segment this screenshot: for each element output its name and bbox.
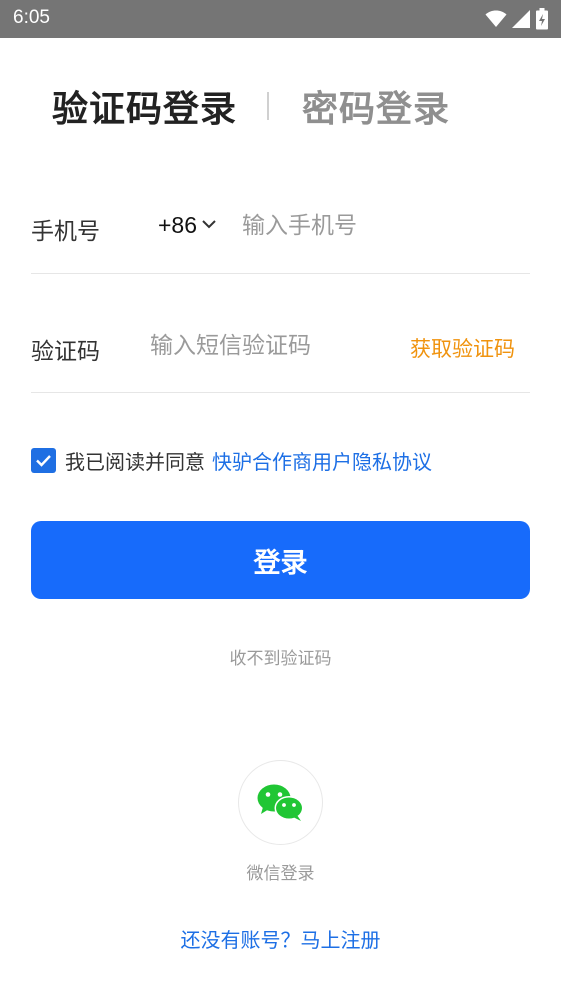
signal-icon — [512, 10, 530, 28]
tab-divider — [267, 92, 270, 120]
tab-password-login[interactable]: 密码登录 — [302, 80, 450, 132]
login-tabs: 验证码登录 密码登录 — [52, 80, 450, 132]
country-code-selector[interactable]: +86 — [158, 212, 197, 239]
check-icon — [36, 454, 51, 467]
phone-input[interactable] — [242, 206, 522, 246]
register-link[interactable]: 还没有账号？马上注册 — [0, 924, 561, 953]
privacy-agreement-link[interactable]: 快驴合作商用户隐私协议 — [212, 446, 432, 475]
login-button[interactable]: 登录 — [31, 521, 530, 599]
sms-code-input[interactable] — [150, 326, 380, 366]
wechat-icon — [257, 784, 303, 821]
phone-label: 手机号 — [31, 219, 100, 245]
wechat-login-label: 微信登录 — [246, 864, 315, 884]
no-code-link[interactable]: 收不到验证码 — [0, 644, 561, 669]
agreement-checkbox[interactable] — [31, 447, 56, 473]
battery-charging-icon — [536, 8, 548, 30]
chevron-down-icon[interactable] — [201, 218, 217, 230]
status-icons — [485, 8, 549, 30]
agreement-row: 我已阅读并同意 快驴合作商用户隐私协议 — [31, 446, 432, 474]
status-time: 6:05 — [13, 7, 50, 28]
status-bar: 6:05 — [0, 0, 561, 38]
agreement-text: 我已阅读并同意 — [65, 449, 205, 474]
phone-row: 手机号 +86 — [31, 196, 530, 256]
code-row: 验证码 获取验证码 — [31, 316, 530, 376]
code-divider — [31, 392, 530, 393]
code-label: 验证码 — [31, 339, 100, 365]
wifi-icon — [485, 10, 507, 27]
phone-divider — [31, 273, 530, 274]
wechat-login-button[interactable] — [238, 760, 323, 845]
get-code-button[interactable]: 获取验证码 — [410, 333, 515, 363]
tab-sms-login[interactable]: 验证码登录 — [52, 80, 237, 132]
